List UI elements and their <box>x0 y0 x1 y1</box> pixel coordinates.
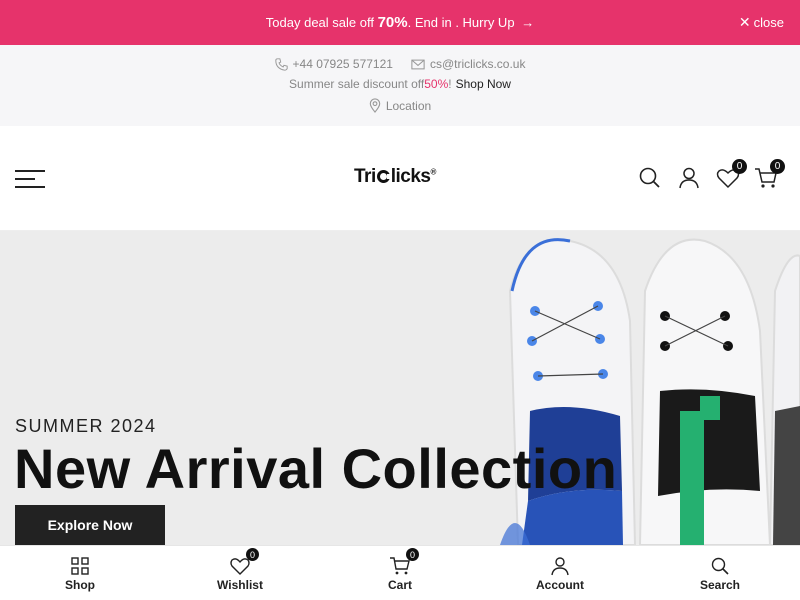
nav-shop-label: Shop <box>65 578 95 592</box>
explore-now-button[interactable]: Explore Now <box>15 505 165 545</box>
account-icon[interactable] <box>676 165 702 191</box>
hero-banner: SUMMER 2024 New Arrival Collection Explo… <box>0 231 800 545</box>
cart-button[interactable]: 0 <box>753 159 785 191</box>
promo-close-label: close <box>753 15 784 30</box>
location-link[interactable]: Location <box>369 98 431 113</box>
promo-prefix: Today deal sale off <box>265 15 378 30</box>
shop-now-link[interactable]: Shop Now <box>456 77 511 91</box>
wishlist-button[interactable]: 0 <box>715 159 747 191</box>
promo-close-button[interactable]: ✕ close <box>739 0 784 45</box>
nav-cart-badge: 0 <box>406 548 419 561</box>
promo-text[interactable]: Today deal sale off 70%. End in . Hurry … <box>266 14 534 31</box>
discount-prefix: Summer sale discount off <box>289 77 425 91</box>
nav-cart-label: Cart <box>387 578 412 592</box>
nav-wishlist[interactable]: 0 Wishlist <box>160 546 320 600</box>
close-icon: ✕ <box>738 14 751 30</box>
cart-count-badge: 0 <box>770 159 785 174</box>
location-label: Location <box>385 98 432 113</box>
nav-account[interactable]: Account <box>480 546 640 600</box>
nav-cart[interactable]: 0 Cart <box>320 546 480 600</box>
info-bar: +44 07925 577121 cs@triclicks.co.uk Summ… <box>0 45 800 126</box>
search-icon[interactable] <box>637 165 663 191</box>
logo-text-2: licks <box>390 166 431 187</box>
phone-link[interactable]: +44 07925 577121 <box>274 57 393 71</box>
logo-c-mark <box>376 170 391 183</box>
logo-registered: ® <box>430 167 437 177</box>
nav-shop[interactable]: Shop <box>0 546 160 600</box>
bottom-nav: Shop 0 Wishlist 0 Cart Account Search <box>0 545 800 600</box>
nav-wishlist-badge: 0 <box>246 548 259 561</box>
phone-number: +44 07925 577121 <box>292 57 393 71</box>
menu-icon[interactable] <box>15 170 47 190</box>
site-header: Tri licks® 0 0 <box>0 126 800 231</box>
nav-search[interactable]: Search <box>640 546 800 600</box>
search-icon <box>711 557 729 575</box>
promo-bar: Today deal sale off 70%. End in . Hurry … <box>0 0 800 45</box>
discount-line: Summer sale discount off 50%! Shop Now <box>0 77 800 91</box>
logo-text-1: Tri <box>354 166 376 187</box>
wishlist-count-badge: 0 <box>732 159 747 174</box>
discount-bang: ! <box>448 77 452 91</box>
arrow-right-icon: → <box>521 15 535 30</box>
phone-icon <box>274 57 288 71</box>
discount-percent: 50% <box>424 77 449 91</box>
promo-percent: 70% <box>377 14 408 31</box>
nav-account-label: Account <box>536 578 584 592</box>
email-address: cs@triclicks.co.uk <box>429 57 526 71</box>
email-link[interactable]: cs@triclicks.co.uk <box>411 57 526 71</box>
site-logo[interactable]: Tri licks® <box>354 166 436 188</box>
location-pin-icon <box>369 98 381 113</box>
hero-title: New Arrival Collection <box>14 437 618 500</box>
mail-icon <box>411 59 425 69</box>
nav-wishlist-label: Wishlist <box>217 578 263 592</box>
promo-suffix: . End in . Hurry Up <box>407 15 515 30</box>
nav-search-label: Search <box>699 578 741 592</box>
hero-eyebrow: SUMMER 2024 <box>15 416 157 436</box>
grid-icon <box>71 557 89 575</box>
account-icon <box>551 557 569 576</box>
